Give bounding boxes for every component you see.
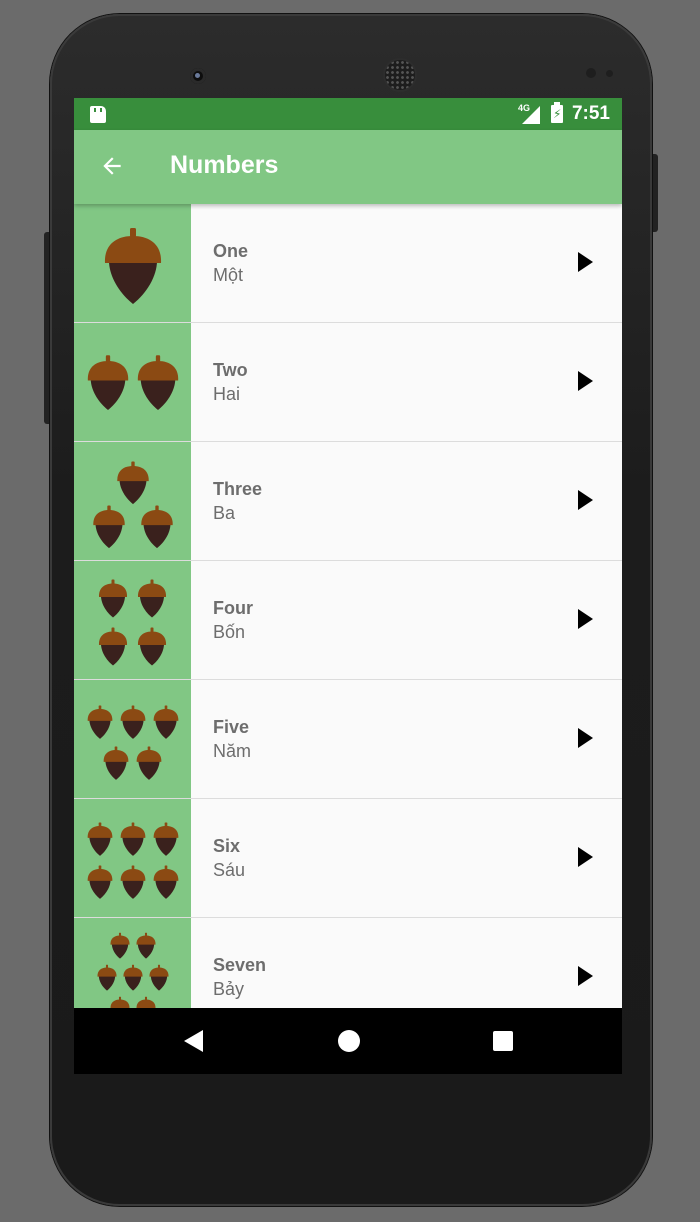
acorn-image	[74, 561, 191, 679]
play-icon[interactable]	[578, 252, 593, 272]
device-screen: 4G ⚡ 7:51 Numbers One Một Two Hai Three	[74, 98, 622, 1074]
acorn-icon	[120, 705, 146, 739]
vietnamese-word: Bảy	[213, 979, 245, 999]
list-item-five[interactable]: Five Năm	[74, 680, 622, 799]
english-word: Four	[213, 598, 253, 618]
nav-recents-icon[interactable]	[493, 1031, 513, 1051]
acorn-icon	[110, 932, 130, 959]
list-item-three[interactable]: Three Ba	[74, 442, 622, 561]
vietnamese-word: Ba	[213, 503, 236, 523]
acorn-image	[74, 204, 191, 322]
acorn-icon	[137, 355, 179, 410]
english-word: Three	[213, 479, 263, 499]
app-bar: Numbers	[74, 130, 622, 204]
acorn-icon	[137, 579, 167, 618]
word-pair: Five Năm	[213, 716, 251, 764]
list-item-seven[interactable]: Seven Bảy	[74, 918, 622, 1008]
arrow-back-icon	[103, 157, 121, 175]
word-pair: One Một	[213, 240, 248, 288]
english-word: Two	[213, 360, 248, 380]
acorn-group	[87, 355, 179, 410]
front-camera-icon	[190, 68, 206, 84]
acorn-image	[74, 442, 191, 560]
acorn-icon	[123, 964, 143, 991]
acorn-icon	[98, 579, 128, 618]
acorn-icon	[93, 505, 125, 549]
sd-card-icon	[90, 106, 106, 123]
play-icon[interactable]	[578, 371, 593, 391]
play-icon[interactable]	[578, 847, 593, 867]
vietnamese-word: Bốn	[213, 622, 246, 642]
acorn-icon	[120, 865, 146, 899]
light-sensor	[606, 70, 613, 77]
list-item-two[interactable]: Two Hai	[74, 323, 622, 442]
vietnamese-word: Năm	[213, 741, 252, 761]
play-icon[interactable]	[578, 490, 593, 510]
english-word: Six	[213, 836, 241, 856]
vietnamese-word: Sáu	[213, 860, 246, 880]
acorn-group	[98, 579, 167, 666]
acorn-image	[74, 680, 191, 798]
acorn-icon	[136, 746, 162, 780]
word-pair: Six Sáu	[213, 835, 245, 883]
english-word: Seven	[213, 955, 267, 975]
play-icon[interactable]	[578, 966, 593, 986]
play-icon[interactable]	[578, 609, 593, 629]
back-button[interactable]	[94, 148, 130, 184]
nav-home-icon[interactable]	[338, 1030, 360, 1052]
acorn-icon	[141, 505, 173, 549]
navigation-bar	[74, 1008, 622, 1074]
acorn-group	[93, 461, 173, 549]
acorn-icon	[153, 822, 179, 856]
acorn-group	[87, 822, 179, 899]
acorn-group	[104, 228, 162, 304]
acorn-icon	[87, 355, 129, 410]
list-item-four[interactable]: Four Bốn	[74, 561, 622, 680]
acorn-icon	[136, 996, 156, 1008]
numbers-list: One Một Two Hai Three Ba Four Bốn Five N…	[74, 204, 622, 1008]
acorn-icon	[117, 461, 149, 505]
acorn-image	[74, 323, 191, 441]
acorn-icon	[98, 627, 128, 666]
proximity-sensor	[586, 68, 596, 78]
acorn-image	[74, 799, 191, 917]
english-word: Five	[213, 717, 250, 737]
word-pair: Four Bốn	[213, 597, 253, 645]
network-type: 4G	[518, 103, 531, 113]
battery-charging-icon: ⚡	[551, 102, 563, 123]
acorn-group	[87, 705, 179, 780]
acorn-icon	[87, 865, 113, 899]
acorn-icon	[97, 964, 117, 991]
nav-back-icon[interactable]	[184, 1030, 203, 1052]
vietnamese-word: Một	[213, 265, 244, 285]
english-word: One	[213, 241, 249, 261]
acorn-icon	[137, 627, 167, 666]
play-icon[interactable]	[578, 728, 593, 748]
status-bar: 4G ⚡ 7:51	[74, 98, 622, 130]
acorn-icon	[153, 705, 179, 739]
speaker-grille	[385, 60, 415, 90]
acorn-icon	[136, 932, 156, 959]
acorn-group	[97, 932, 169, 1008]
word-pair: Two Hai	[213, 359, 248, 407]
acorn-icon	[153, 865, 179, 899]
vietnamese-word: Hai	[213, 384, 241, 404]
acorn-image	[74, 918, 191, 1008]
acorn-icon	[87, 705, 113, 739]
word-pair: Three Ba	[213, 478, 262, 526]
acorn-icon	[149, 964, 169, 991]
acorn-icon	[120, 822, 146, 856]
page-title: Numbers	[170, 151, 279, 179]
acorn-icon	[104, 228, 162, 304]
acorn-icon	[87, 822, 113, 856]
acorn-icon	[110, 996, 130, 1008]
word-pair: Seven Bảy	[213, 954, 266, 1002]
list-item-one[interactable]: One Một	[74, 204, 622, 323]
acorn-icon	[103, 746, 129, 780]
list-item-six[interactable]: Six Sáu	[74, 799, 622, 918]
status-time: 7:51	[571, 103, 610, 124]
